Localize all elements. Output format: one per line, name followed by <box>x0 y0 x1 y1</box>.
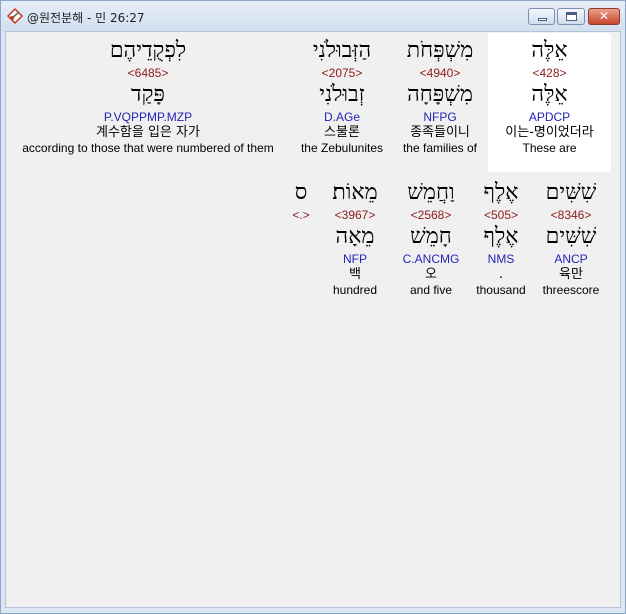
word-elleh-selected[interactable]: אֵלֶּה <428> אֵלֶּה APDCP 이는-명이었더라 These… <box>488 33 611 172</box>
hebrew-word: מֵאוֹת׃ <box>332 180 378 205</box>
minimize-button[interactable] <box>528 8 555 25</box>
word-hazzebuloni[interactable]: הַזְּבוּלֹנִי <2075> זְבוּלֹנִי D.AGe 스불… <box>291 36 393 155</box>
morphology-code: C.ANCMG <box>402 252 460 266</box>
word-shishim[interactable]: שִׁשִּׁים <8346> שִׁשִּׁים ANCP 육만 three… <box>533 178 609 297</box>
korean-gloss: 육만 <box>559 267 583 282</box>
english-gloss: the Zebulunites <box>300 141 384 155</box>
close-icon: ✕ <box>598 9 610 23</box>
morphology-code: APDCP <box>528 110 571 124</box>
english-gloss: thousand <box>476 283 526 297</box>
strong-number: <2568> <box>410 208 452 222</box>
hebrew-word: אֵלֶּה <box>531 38 568 63</box>
strong-number: <6485> <box>127 66 169 80</box>
hebrew-lemma: פָּקַד <box>131 82 165 107</box>
minimize-icon <box>529 9 554 24</box>
hebrew-word: לִפְקֻדֵיהֶם <box>109 38 187 63</box>
hebrew-lemma: אֵלֶּה <box>531 82 568 107</box>
app-logo-icon <box>6 7 24 25</box>
app-window: @원전분해 - 민 26:27 ✕ לִפְקֻדֵיהֶם <6485> פָ… <box>0 0 626 614</box>
morphology-code: NFP <box>343 252 367 266</box>
hebrew-lemma: מִשְׁפָּחָה <box>407 82 473 107</box>
english-gloss: and five <box>409 283 453 297</box>
hebrew-word: וַחֲמֵשׁ <box>407 180 455 205</box>
english-gloss: hundred <box>332 283 378 297</box>
hebrew-word: אֶלֶף <box>483 180 519 205</box>
morphology-code: D.AGe <box>323 110 360 124</box>
hebrew-word: מִשְׁפְּחֹת <box>406 38 474 63</box>
word-vahamesh[interactable]: וַחֲמֵשׁ <2568> חָמֵשׁ C.ANCMG 오 and fiv… <box>391 178 471 297</box>
hebrew-lemma: זְבוּלֹנִי <box>319 82 365 107</box>
english-gloss: threescore <box>542 283 600 297</box>
strong-number: <3967> <box>334 208 376 222</box>
word-elef[interactable]: אֶלֶף <505> אֶלֶף NMS . thousand <box>472 178 530 297</box>
close-button[interactable]: ✕ <box>588 8 620 25</box>
word-mishpehot[interactable]: מִשְׁפְּחֹת <4940> מִשְׁפָּחָה NFPG 종족들이… <box>395 36 485 155</box>
interlinear-panel: לִפְקֻדֵיהֶם <6485> פָּקַד P.VQPPMP.MZP … <box>5 31 621 608</box>
strong-number: <505> <box>483 208 519 222</box>
hebrew-word: שִׁשִּׁים <box>545 180 597 205</box>
english-gloss: the families of <box>402 141 478 155</box>
korean-gloss: 스불론 <box>324 125 360 140</box>
korean-gloss: 종족들이니 <box>410 125 470 140</box>
window-title: @원전분해 - 민 26:27 <box>27 11 145 25</box>
word-samekh-marker[interactable]: ס <.> <box>284 178 318 222</box>
hebrew-lemma: מֵאָה <box>335 224 375 249</box>
hebrew-word: ס <box>294 180 308 205</box>
korean-gloss: 계수함을 입은 자가 <box>96 125 200 140</box>
morphology-code: P.VQPPMP.MZP <box>103 110 193 124</box>
morphology-code: NMS <box>487 252 515 266</box>
english-gloss: These are <box>522 141 577 155</box>
title-bar[interactable]: @원전분해 - 민 26:27 ✕ <box>1 1 625 31</box>
strong-number: <4940> <box>419 66 461 80</box>
strong-number: <2075> <box>321 66 363 80</box>
maximize-button[interactable] <box>557 8 585 25</box>
korean-gloss: . <box>498 267 504 282</box>
hebrew-lemma: אֶלֶף <box>483 224 519 249</box>
english-gloss: according to those that were numbered of… <box>22 141 274 155</box>
hebrew-lemma: שִׁשִּׁים <box>545 224 597 249</box>
hebrew-lemma: חָמֵשׁ <box>410 224 452 249</box>
word-meot[interactable]: מֵאוֹת׃ <3967> מֵאָה NFP 백 hundred <box>322 178 388 297</box>
strong-number: <.> <box>292 208 310 222</box>
strong-number: <428> <box>532 66 567 80</box>
maximize-icon <box>558 9 584 24</box>
korean-gloss: 오 <box>425 267 437 282</box>
morphology-code: ANCP <box>554 252 588 266</box>
morphology-code: NFPG <box>423 110 457 124</box>
strong-number: <8346> <box>550 208 592 222</box>
word-lipqudeyhem[interactable]: לִפְקֻדֵיהֶם <6485> פָּקַד P.VQPPMP.MZP … <box>9 36 287 155</box>
hebrew-word: הַזְּבוּלֹנִי <box>312 38 372 63</box>
korean-gloss: 백 <box>349 267 361 282</box>
korean-gloss: 이는-명이었더라 <box>505 125 594 140</box>
